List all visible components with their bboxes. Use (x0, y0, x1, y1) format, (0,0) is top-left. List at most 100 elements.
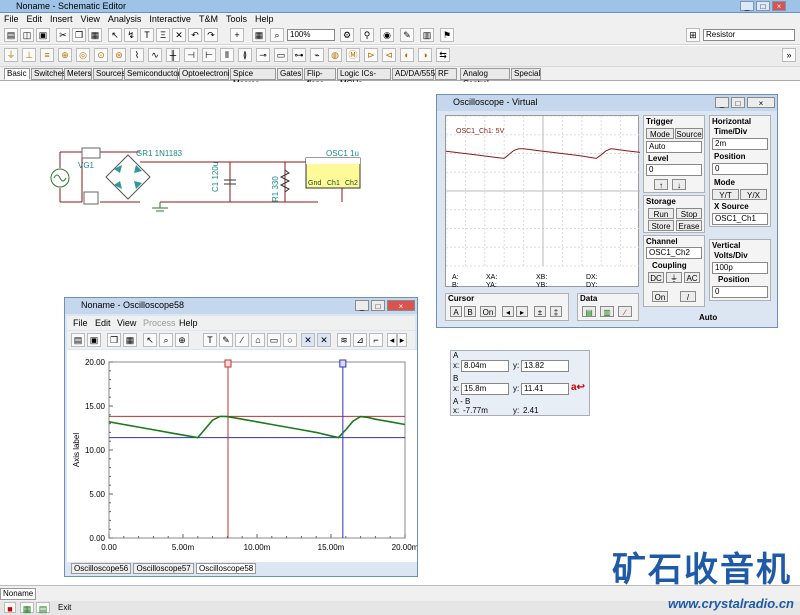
osc58-circle-icon[interactable]: ○ (283, 333, 297, 347)
tab-sources[interactable]: Sources (93, 68, 125, 80)
osc58-house-icon[interactable]: ⌂ (251, 333, 265, 347)
osc58-cursor-a-icon[interactable]: ✕ (301, 333, 315, 347)
cursor-text-icon[interactable]: a↩ (571, 382, 587, 395)
osc58-scroll-left-icon[interactable]: ◂ (387, 333, 397, 347)
osc58-menu-file[interactable]: File (73, 318, 88, 328)
tab-adda555[interactable]: AD/DA/555 (392, 68, 435, 80)
wire-icon[interactable]: ↯ (124, 28, 138, 42)
cursor-on-button[interactable]: On (480, 306, 496, 317)
menu-file[interactable]: File (0, 13, 23, 25)
coupling-gnd-button[interactable]: ⏚ (666, 272, 682, 283)
osc-virtual-close[interactable]: × (747, 97, 775, 108)
osc58-tab-57[interactable]: Oscilloscope57 (133, 563, 194, 574)
cursor-a-button[interactable]: A (450, 306, 462, 317)
trigger-rise-button[interactable]: ↑ (654, 179, 668, 190)
dc-source-icon[interactable]: ⊕ (58, 48, 72, 62)
tab-analog-control[interactable]: Analog Control (460, 68, 510, 88)
channel-color-button[interactable]: / (680, 291, 696, 302)
flag-icon[interactable]: ⚑ (440, 28, 454, 42)
connector-icon[interactable]: ⇆ (436, 48, 450, 62)
osc-virtual-screen[interactable]: OSC1_Ch1: 5V A: B: XA: YA: XB: YB: DX: D… (445, 115, 641, 289)
tab-flip-flops[interactable]: Flip-flops (304, 68, 336, 88)
osc58-save-icon[interactable]: ▣ (87, 333, 101, 347)
menu-insert[interactable]: Insert (46, 13, 77, 25)
osc58-marker-icon[interactable]: ⊿ (353, 333, 367, 347)
data-graph-icon[interactable]: ∕ (618, 306, 632, 317)
osc58-minimize[interactable]: _ (355, 300, 369, 311)
coupling-ac-button[interactable]: AC (684, 272, 700, 283)
osc-virtual-maximize[interactable]: □ (731, 97, 745, 108)
zoom-select[interactable]: 100% (287, 29, 335, 41)
menu-view[interactable]: View (77, 13, 104, 25)
toolbar-more-icon[interactable]: » (782, 48, 796, 62)
cursor-right-icon[interactable]: ▸ (516, 306, 528, 317)
new-icon[interactable]: ◫ (20, 28, 34, 42)
meter-icon[interactable]: ◉ (380, 28, 394, 42)
osc58-copy-icon[interactable]: ❐ (107, 333, 121, 347)
select-arrow-icon[interactable]: ↖ (108, 28, 122, 42)
menu-help[interactable]: Help (251, 13, 278, 25)
osc58-menu-process[interactable]: Process (143, 318, 176, 328)
osc58-rect-icon[interactable]: ▭ (267, 333, 281, 347)
tab-basic[interactable]: Basic (4, 68, 30, 80)
data-export-icon[interactable]: ▤ (582, 306, 596, 317)
lamp-icon[interactable]: ⌁ (310, 48, 324, 62)
speaker-icon[interactable]: ◑ (418, 48, 432, 62)
battery-comp-icon[interactable]: ⊥ (22, 48, 36, 62)
fuse-icon[interactable]: ⊶ (292, 48, 306, 62)
osc58-menu-help[interactable]: Help (179, 318, 198, 328)
cursor-a-y-field[interactable]: 13.82 (521, 360, 569, 372)
tab-gates[interactable]: Gates (277, 68, 303, 80)
osc58-text-icon[interactable]: T (203, 333, 217, 347)
capacitor-icon[interactable]: ╫ (166, 48, 180, 62)
osc58-zoomfit-icon[interactable]: ⊕ (175, 333, 189, 347)
run-icon[interactable]: ⚙ (340, 28, 354, 42)
run-button[interactable]: Run (648, 208, 674, 219)
channel-on-button[interactable]: On (652, 291, 668, 302)
paste-icon[interactable]: ▦ (88, 28, 102, 42)
osc58-cursor-b-icon[interactable]: ✕ (317, 333, 331, 347)
add-icon[interactable]: + (230, 28, 244, 42)
osc58-draw-icon[interactable]: ✎ (219, 333, 233, 347)
probe-icon[interactable]: ⚲ (360, 28, 374, 42)
inductor-icon[interactable]: ∿ (148, 48, 162, 62)
osc58-tab-58[interactable]: Oscilloscope58 (195, 563, 257, 574)
exit-button[interactable]: Exit (58, 603, 71, 612)
tab-optoelectronic[interactable]: Optoelectronic (179, 68, 234, 80)
bulb-icon[interactable]: ◍ (328, 48, 342, 62)
current-source-icon[interactable]: ⊙ (94, 48, 108, 62)
ground-comp-icon[interactable]: ⏚ (4, 48, 18, 62)
trigger-mode-button[interactable]: Mode (646, 128, 674, 139)
tab-rf[interactable]: RF (435, 68, 457, 80)
osc58-step-icon[interactable]: ⌐ (369, 333, 383, 347)
menu-tm[interactable]: T&M (195, 13, 222, 25)
osc58-scroll-right-icon[interactable]: ▸ (397, 333, 407, 347)
minimize-button[interactable]: _ (740, 1, 754, 11)
stop-button[interactable]: Stop (676, 208, 702, 219)
document-tab[interactable]: Noname (0, 588, 36, 600)
osc58-pointer-icon[interactable]: ↖ (143, 333, 157, 347)
osc58-line-icon[interactable]: ∕ (235, 333, 249, 347)
channel-select[interactable]: OSC1_Ch2 (646, 247, 702, 259)
cursor-down-icon[interactable]: ‡ (550, 306, 562, 317)
cut-icon[interactable]: ✂ (56, 28, 70, 42)
cursor-b-button[interactable]: B (464, 306, 476, 317)
transformer-icon[interactable]: ≬ (238, 48, 252, 62)
voltage-source-icon[interactable]: ⊛ (112, 48, 126, 62)
ac-source-icon[interactable]: ◎ (76, 48, 90, 62)
status-meter-icon[interactable]: ▤ (36, 602, 50, 614)
cursor-b-y-field[interactable]: 11.41 (521, 383, 569, 395)
tab-switches[interactable]: Switches (31, 68, 66, 80)
h-position-input[interactable]: 0 (712, 163, 768, 175)
trigger-level-input[interactable]: 0 (646, 164, 702, 176)
chip-icon[interactable]: ▥ (420, 28, 434, 42)
maximize-button[interactable]: □ (756, 1, 770, 11)
osc58-close[interactable]: × (387, 300, 415, 311)
osc58-open-icon[interactable]: ▤ (71, 333, 85, 347)
tab-meters[interactable]: Meters (64, 68, 92, 80)
osc58-menu-view[interactable]: View (117, 318, 136, 328)
xsource-select[interactable]: OSC1_Ch1 (712, 213, 768, 225)
menu-interactive[interactable]: Interactive (145, 13, 195, 25)
tab-logic-ics[interactable]: Logic ICs-MCUs (337, 68, 391, 88)
variable-icon[interactable]: ⊢ (202, 48, 216, 62)
